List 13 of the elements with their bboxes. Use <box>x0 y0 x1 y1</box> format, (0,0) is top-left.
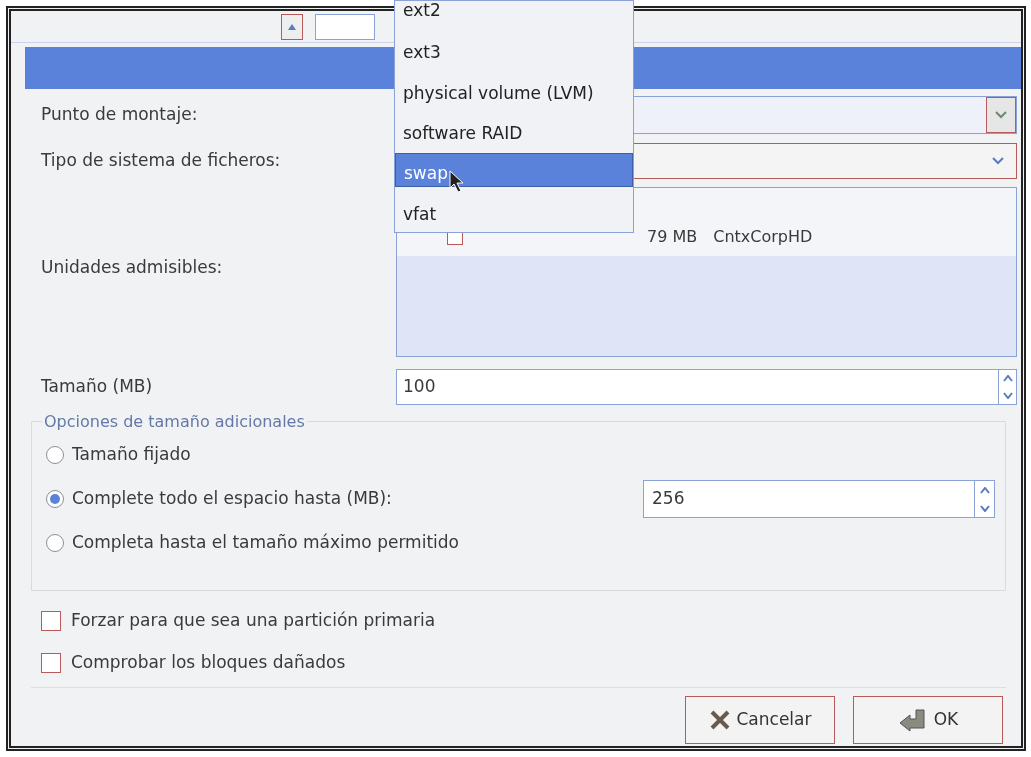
radio-label: Completa hasta el tamaño máximo permitido <box>72 531 459 555</box>
drive-size: 79 MB <box>647 226 698 248</box>
field-label: Tamaño (MB) <box>41 375 154 399</box>
field-label: Unidades admisibles: <box>41 257 223 277</box>
checkbox-label: Comprobar los bloques dañados <box>71 651 346 675</box>
drive-model: CntxCorpHD <box>713 226 813 248</box>
size-value: 100 <box>402 375 437 399</box>
field-label: Tipo de sistema de ficheros: <box>41 149 282 173</box>
radio-label: Tamaño fijado <box>72 443 191 467</box>
radio-label: Complete todo el espacio hasta (MB): <box>72 487 392 511</box>
checkbox-label: Forzar para que sea una partición primaria <box>71 609 436 633</box>
fill-size-value: 256 <box>651 487 686 511</box>
field-label: Punto de montaje: <box>41 103 199 127</box>
